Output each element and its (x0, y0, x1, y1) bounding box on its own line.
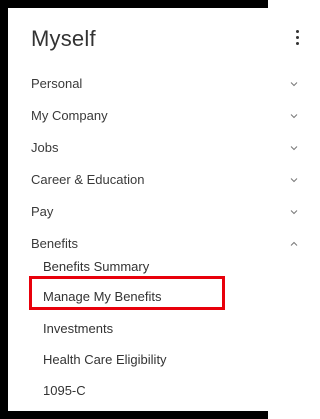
kebab-menu-icon[interactable] (294, 30, 300, 48)
nav-item-my-company[interactable]: My Company (8, 100, 312, 132)
nav-item-label: Personal (31, 76, 83, 91)
sub-item-investments[interactable]: Investments (8, 314, 312, 344)
panel-title: Myself (31, 26, 96, 51)
nav-item-label: My Company (31, 108, 108, 123)
chevron-down-icon (290, 210, 298, 215)
nav-item-label: Pay (31, 204, 54, 219)
nav-item-career-education[interactable]: Career & Education (8, 164, 312, 196)
nav-item-label: Jobs (31, 140, 59, 155)
nav-item-label: Career & Education (31, 172, 145, 187)
chevron-down-icon (290, 178, 298, 183)
sub-item-label: 1095-C (43, 383, 86, 398)
nav-item-jobs[interactable]: Jobs (8, 132, 312, 164)
chevron-down-icon (290, 82, 298, 87)
highlight-box (29, 276, 225, 310)
myself-panel: Myself Personal My Company Jobs Career &… (8, 8, 312, 411)
sub-item-label: Health Care Eligibility (43, 352, 167, 367)
sub-item-label: Investments (43, 321, 114, 336)
nav-item-label: Benefits (31, 236, 78, 251)
sub-item-1095-c[interactable]: 1095-C (8, 376, 312, 406)
chevron-down-icon (290, 114, 298, 119)
sub-item-health-care-eligibility[interactable]: Health Care Eligibility (8, 345, 312, 375)
chevron-down-icon (290, 146, 298, 151)
nav-item-personal[interactable]: Personal (8, 68, 312, 100)
chevron-up-icon (290, 241, 298, 246)
sub-item-label: Benefits Summary (43, 259, 150, 274)
nav-item-pay[interactable]: Pay (8, 196, 312, 228)
panel-header: Myself (8, 8, 312, 66)
